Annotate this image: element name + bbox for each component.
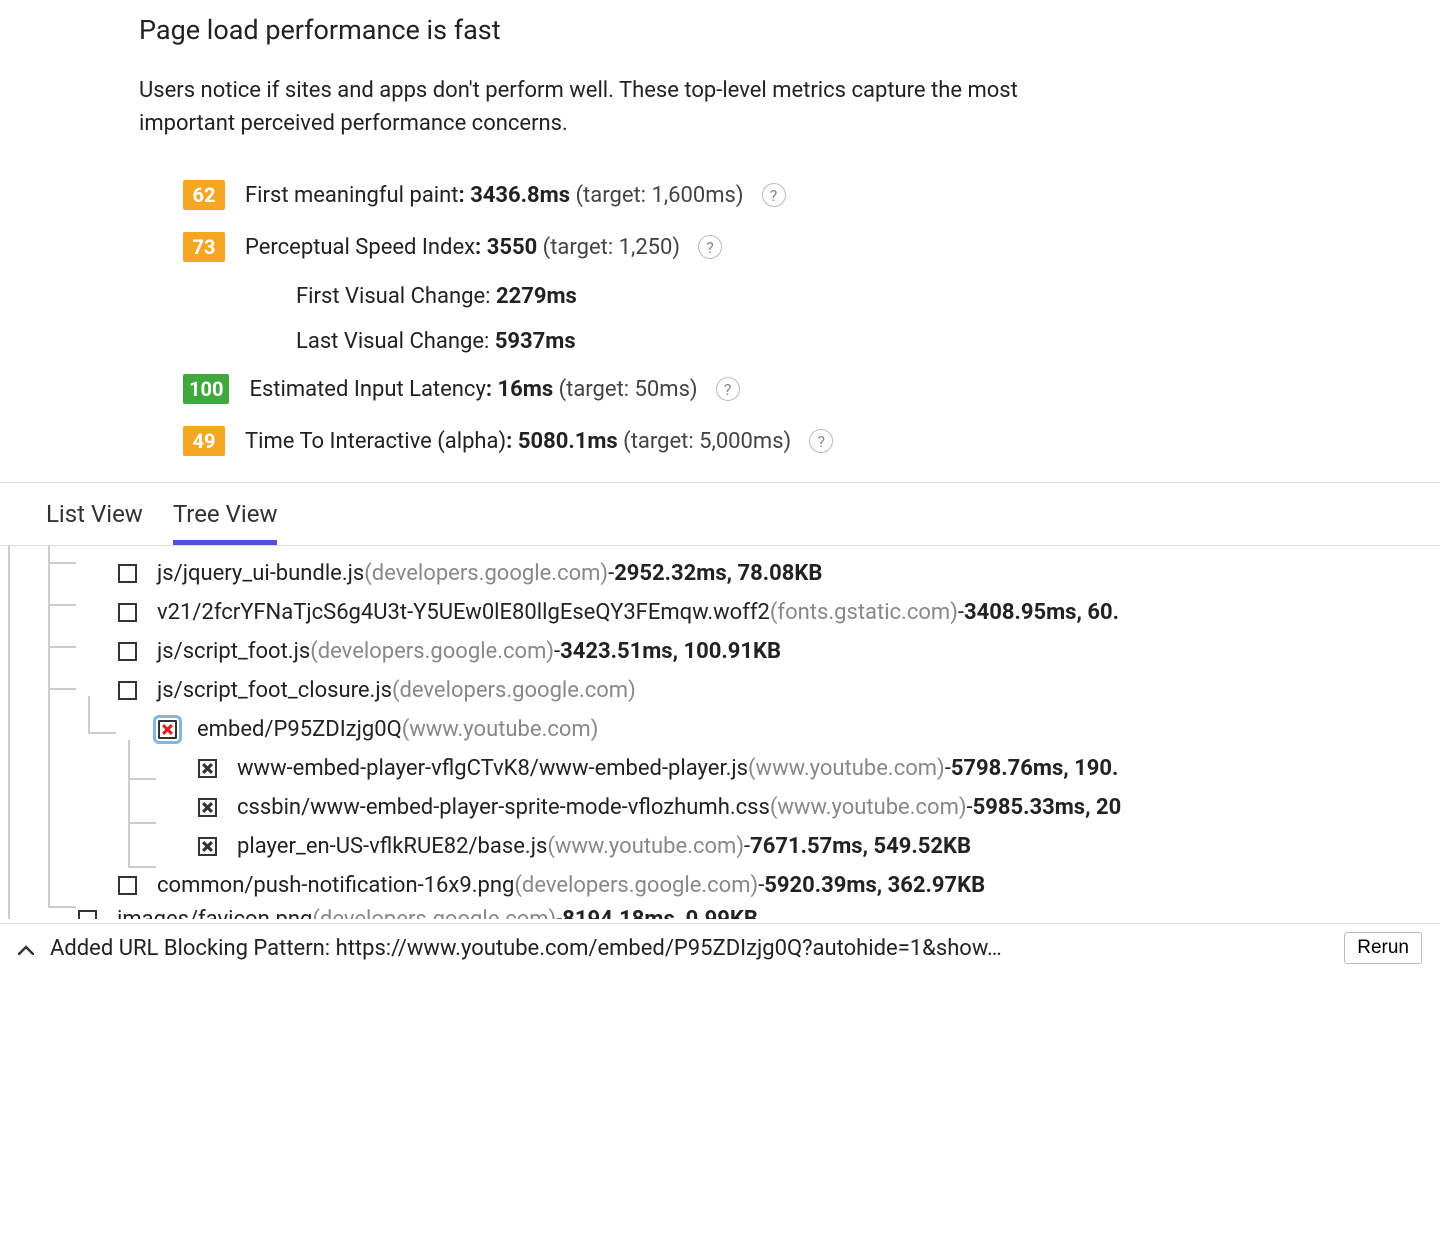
- block-checkbox[interactable]: [118, 876, 137, 895]
- page-title: Page load performance is fast: [139, 14, 1440, 46]
- block-checkbox[interactable]: [198, 837, 217, 856]
- file-timing: 5798.76ms, 190.: [951, 756, 1119, 781]
- tree-row: v21/2fcrYFNaTjcS6g4U3t-Y5UEw0lE80llgEseQ…: [40, 593, 1440, 632]
- tree-row: embed/P95ZDIzjg0Q (www.youtube.com): [40, 710, 1440, 749]
- block-checkbox[interactable]: [198, 798, 217, 817]
- tree-row: js/script_foot_closure.js (developers.go…: [40, 671, 1440, 710]
- metric-text: Estimated Input Latency: 16ms (target: 5…: [249, 377, 739, 402]
- file-path: common/push-notification-16x9.png: [157, 873, 514, 898]
- score-badge: 100: [183, 374, 229, 404]
- score-badge: 73: [183, 232, 225, 262]
- metric-row: 73 Perceptual Speed Index: 3550 (target:…: [183, 232, 1440, 262]
- page-description: Users notice if sites and apps don't per…: [139, 74, 1079, 140]
- block-checkbox[interactable]: [78, 910, 97, 920]
- tab-list-view[interactable]: List View: [46, 483, 143, 545]
- metric-row: 49 Time To Interactive (alpha): 5080.1ms…: [183, 426, 1440, 456]
- file-path: js/script_foot_closure.js: [157, 678, 392, 703]
- file-domain: (www.youtube.com): [748, 756, 945, 781]
- score-badge: 49: [183, 426, 225, 456]
- block-checkbox[interactable]: [118, 564, 137, 583]
- file-domain: (www.youtube.com): [547, 834, 744, 859]
- tree-row: js/jquery_ui-bundle.js (developers.googl…: [40, 554, 1440, 593]
- score-badge: 62: [183, 180, 225, 210]
- file-path: cssbin/www-embed-player-sprite-mode-vflo…: [237, 795, 770, 820]
- file-path: js/script_foot.js: [157, 639, 310, 664]
- file-timing: 7671.57ms, 549.52KB: [750, 834, 971, 859]
- tree-row: cssbin/www-embed-player-sprite-mode-vflo…: [40, 788, 1440, 827]
- metric-sub-row: First Visual Change: 2279ms: [183, 284, 1440, 309]
- file-domain: (www.youtube.com): [402, 717, 599, 742]
- file-path: embed/P95ZDIzjg0Q: [197, 717, 402, 742]
- file-domain: (developers.google.com): [364, 561, 608, 586]
- file-timing: 5920.39ms, 362.97KB: [764, 873, 985, 898]
- metric-row: 100 Estimated Input Latency: 16ms (targe…: [183, 374, 1440, 404]
- file-timing: 5985.33ms, 20: [973, 795, 1122, 820]
- metric-text: First meaningful paint: 3436.8ms (target…: [245, 183, 786, 208]
- file-domain: (developers.google.com): [310, 639, 554, 664]
- chevron-up-icon[interactable]: [18, 936, 34, 960]
- tab-tree-view[interactable]: Tree View: [173, 483, 278, 545]
- help-icon[interactable]: ?: [716, 377, 740, 401]
- file-timing: 8194.18ms, 0.99KB: [562, 907, 758, 920]
- tree-row: player_en-US-vflkRUE82/base.js (www.yout…: [40, 827, 1440, 866]
- file-domain: (www.youtube.com): [770, 795, 967, 820]
- metric-sub-row: Last Visual Change: 5937ms: [183, 329, 1440, 354]
- file-path: v21/2fcrYFNaTjcS6g4U3t-Y5UEw0lE80llgEseQ…: [157, 600, 770, 625]
- metric-row: 62 First meaningful paint: 3436.8ms (tar…: [183, 180, 1440, 210]
- help-icon[interactable]: ?: [698, 235, 722, 259]
- rerun-button[interactable]: Rerun: [1344, 932, 1422, 964]
- help-icon[interactable]: ?: [809, 429, 833, 453]
- file-path: images/favicon.png: [117, 907, 312, 920]
- file-path: www-embed-player-vflgCTvK8/www-embed-pla…: [237, 756, 748, 781]
- tree-view-panel: js/jquery_ui-bundle.js (developers.googl…: [0, 546, 1440, 919]
- tabs-bar: List View Tree View: [0, 482, 1440, 546]
- status-text: Added URL Blocking Pattern: https://www.…: [50, 936, 1328, 961]
- metrics-list: 62 First meaningful paint: 3436.8ms (tar…: [139, 180, 1440, 456]
- block-checkbox[interactable]: [158, 720, 177, 739]
- file-domain: (developers.google.com): [514, 873, 758, 898]
- tree-row: common/push-notification-16x9.png (devel…: [40, 866, 1440, 905]
- tree-row: www-embed-player-vflgCTvK8/www-embed-pla…: [40, 749, 1440, 788]
- file-path: player_en-US-vflkRUE82/base.js: [237, 834, 547, 859]
- metric-text: Perceptual Speed Index: 3550 (target: 1,…: [245, 235, 722, 260]
- block-checkbox[interactable]: [118, 681, 137, 700]
- metric-text: Time To Interactive (alpha): 5080.1ms (t…: [245, 429, 833, 454]
- tree-row: js/script_foot.js (developers.google.com…: [40, 632, 1440, 671]
- block-checkbox[interactable]: [198, 759, 217, 778]
- file-timing: 2952.32ms, 78.08KB: [614, 561, 822, 586]
- help-icon[interactable]: ?: [762, 183, 786, 207]
- file-path: js/jquery_ui-bundle.js: [157, 561, 364, 586]
- file-timing: 3423.51ms, 100.91KB: [560, 639, 781, 664]
- block-checkbox[interactable]: [118, 603, 137, 622]
- file-domain: (fonts.gstatic.com): [770, 600, 958, 625]
- file-domain: (developers.google.com): [312, 907, 556, 920]
- block-checkbox[interactable]: [118, 642, 137, 661]
- file-timing: 3408.95ms, 60.: [964, 600, 1119, 625]
- tree-row: images/favicon.png (developers.google.co…: [40, 905, 1440, 919]
- file-domain: (developers.google.com): [392, 678, 636, 703]
- status-bar: Added URL Blocking Pattern: https://www.…: [0, 923, 1440, 972]
